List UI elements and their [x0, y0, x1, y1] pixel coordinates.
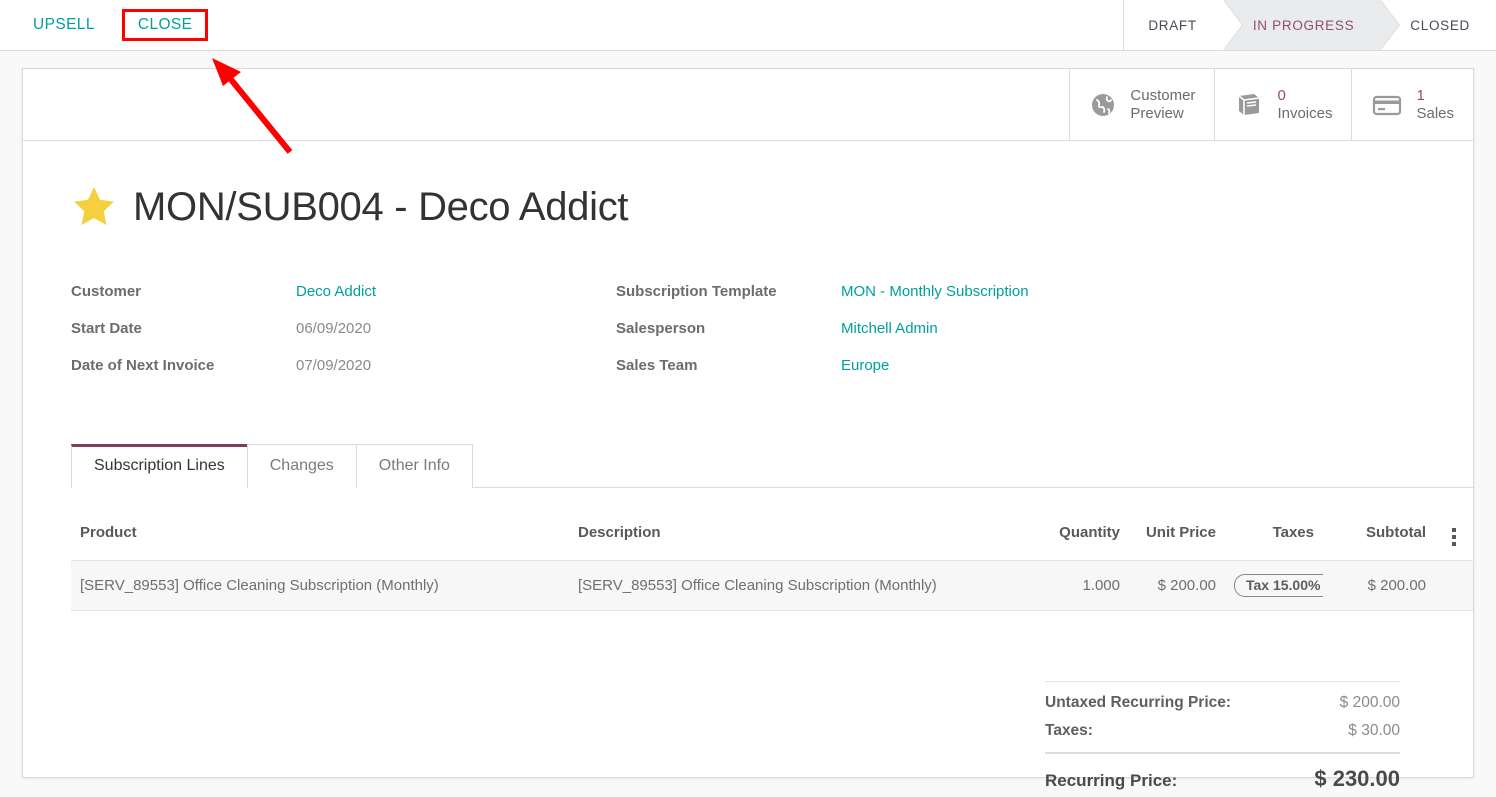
table-header-row: Product Description Quantity Unit Price …: [71, 507, 1473, 561]
stat-value-sales: 1: [1416, 87, 1454, 105]
total-value-untaxed: $ 200.00: [1340, 694, 1400, 712]
stat-value-invoices: 0: [1277, 87, 1332, 105]
total-label-recurring-price: Recurring Price:: [1045, 771, 1177, 791]
cell-taxes[interactable]: Tax 15.00%: [1225, 561, 1323, 611]
field-subscription-template: Subscription Template MON - Monthly Subs…: [616, 283, 1029, 320]
cell-subtotal: $ 200.00: [1323, 561, 1435, 611]
total-value-recurring-price: $ 230.00: [1314, 766, 1400, 792]
totals-block: Untaxed Recurring Price: $ 200.00 Taxes:…: [1045, 681, 1400, 797]
stat-label-invoices: Invoices: [1277, 105, 1332, 123]
field-start-date-label: Start Date: [71, 320, 296, 337]
stat-button-customer-preview[interactable]: Customer Preview: [1069, 69, 1214, 140]
stat-label-line1: Customer: [1130, 87, 1195, 105]
table-row[interactable]: [SERV_89553] Office Cleaning Subscriptio…: [71, 561, 1473, 611]
stat-button-invoices-text: 0 Invoices: [1277, 87, 1332, 122]
status-step-draft[interactable]: DRAFT: [1124, 0, 1223, 50]
total-row-taxes: Taxes: $ 30.00: [1045, 717, 1400, 745]
control-panel: UPSELL CLOSE DRAFT IN PROGRESS CLOSED: [0, 0, 1496, 51]
stat-label-sales: Sales: [1416, 105, 1454, 123]
field-customer-value[interactable]: Deco Addict: [296, 283, 376, 300]
column-options-header: [1435, 507, 1473, 561]
stat-button-box: Customer Preview 0 Invoices: [1069, 69, 1473, 140]
tab-subscription-lines[interactable]: Subscription Lines: [71, 444, 248, 488]
field-date-of-next-invoice-value[interactable]: 07/09/2020: [296, 357, 371, 374]
chevron-fill-icon: [1380, 0, 1399, 50]
notebook: Subscription Lines Changes Other Info: [71, 441, 1473, 488]
column-header-unit-price[interactable]: Unit Price: [1129, 507, 1225, 561]
field-sales-team-value[interactable]: Europe: [841, 357, 889, 374]
stat-box-divider: [23, 140, 1473, 141]
cell-options: [1435, 561, 1473, 611]
field-customer: Customer Deco Addict: [71, 283, 616, 320]
status-step-in-progress[interactable]: IN PROGRESS: [1223, 0, 1380, 50]
column-header-description[interactable]: Description: [569, 507, 1031, 561]
form-group-left: Customer Deco Addict Start Date 06/09/20…: [71, 283, 616, 394]
stat-button-sales-text: 1 Sales: [1416, 87, 1454, 122]
record-sheet: Customer Preview 0 Invoices: [22, 68, 1474, 778]
field-date-of-next-invoice-label: Date of Next Invoice: [71, 357, 296, 374]
total-label-untaxed: Untaxed Recurring Price:: [1045, 694, 1231, 712]
cell-description[interactable]: [SERV_89553] Office Cleaning Subscriptio…: [569, 561, 1031, 611]
total-value-taxes: $ 30.00: [1348, 722, 1400, 740]
star-icon[interactable]: [71, 184, 117, 230]
column-header-quantity[interactable]: Quantity: [1031, 507, 1129, 561]
tax-badge: Tax 15.00%: [1234, 574, 1323, 597]
cell-product[interactable]: [SERV_89553] Office Cleaning Subscriptio…: [71, 561, 569, 611]
status-step-draft-label: DRAFT: [1148, 18, 1197, 33]
close-button[interactable]: CLOSE: [122, 9, 209, 41]
total-row-untaxed: Untaxed Recurring Price: $ 200.00: [1045, 689, 1400, 717]
field-customer-label: Customer: [71, 283, 296, 300]
form-fields: Customer Deco Addict Start Date 06/09/20…: [71, 283, 1431, 394]
table-header: Product Description Quantity Unit Price …: [71, 507, 1473, 561]
stat-label-line2: Preview: [1130, 105, 1195, 123]
field-start-date: Start Date 06/09/2020: [71, 320, 616, 357]
field-subscription-template-value[interactable]: MON - Monthly Subscription: [841, 283, 1029, 300]
field-start-date-value[interactable]: 06/09/2020: [296, 320, 371, 337]
tab-list: Subscription Lines Changes Other Info: [71, 441, 1473, 488]
cell-unit-price[interactable]: $ 200.00: [1129, 561, 1225, 611]
credit-card-icon: [1372, 93, 1402, 117]
subscription-lines-table: Product Description Quantity Unit Price …: [71, 507, 1473, 611]
tab-other-info[interactable]: Other Info: [356, 444, 473, 488]
column-header-subtotal[interactable]: Subtotal: [1323, 507, 1435, 561]
stat-button-invoices[interactable]: 0 Invoices: [1214, 69, 1351, 140]
form-group-right: Subscription Template MON - Monthly Subs…: [616, 283, 1029, 394]
page-title: MON/SUB004 - Deco Addict: [133, 187, 628, 227]
total-label-taxes: Taxes:: [1045, 722, 1093, 740]
status-step-in-progress-label: IN PROGRESS: [1253, 18, 1354, 33]
stat-button-customer-preview-text: Customer Preview: [1130, 87, 1195, 122]
globe-icon: [1090, 92, 1116, 118]
column-header-taxes[interactable]: Taxes: [1225, 507, 1323, 561]
field-salesperson-value[interactable]: Mitchell Admin: [841, 320, 938, 337]
book-icon: [1235, 92, 1263, 118]
title-row: MON/SUB004 - Deco Addict: [71, 184, 628, 230]
tab-changes[interactable]: Changes: [247, 444, 357, 488]
control-panel-buttons: UPSELL CLOSE: [0, 0, 1123, 50]
field-sales-team: Sales Team Europe: [616, 357, 1029, 394]
chevron-fill-icon: [1223, 0, 1242, 50]
total-row-recurring-price: Recurring Price: $ 230.00: [1045, 752, 1400, 797]
field-salesperson: Salesperson Mitchell Admin: [616, 320, 1029, 357]
column-header-product[interactable]: Product: [71, 507, 569, 561]
field-sales-team-label: Sales Team: [616, 357, 841, 374]
upsell-button[interactable]: UPSELL: [24, 12, 104, 38]
status-step-closed-label: CLOSED: [1410, 18, 1470, 33]
table-body: [SERV_89553] Office Cleaning Subscriptio…: [71, 561, 1473, 611]
field-date-of-next-invoice: Date of Next Invoice 07/09/2020: [71, 357, 616, 394]
column-options-icon[interactable]: [1452, 528, 1456, 546]
field-salesperson-label: Salesperson: [616, 320, 841, 337]
stat-button-sales[interactable]: 1 Sales: [1351, 69, 1473, 140]
cell-quantity[interactable]: 1.000: [1031, 561, 1129, 611]
field-subscription-template-label: Subscription Template: [616, 283, 841, 300]
status-bar: DRAFT IN PROGRESS CLOSED: [1123, 0, 1496, 50]
